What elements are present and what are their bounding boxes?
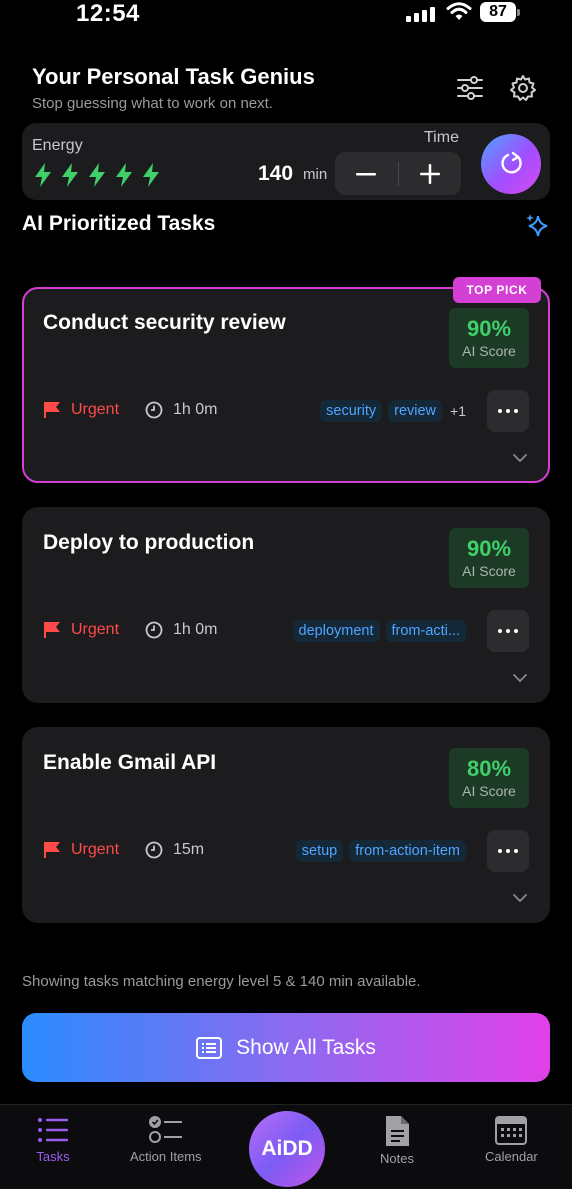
energy-bolt-icon[interactable] <box>59 162 81 188</box>
top-pick-badge: TOP PICK <box>453 277 541 303</box>
time-label: Time <box>424 129 459 146</box>
duration-label: 1h 0m <box>173 401 218 418</box>
energy-bolt-icon[interactable] <box>140 162 162 188</box>
checklist-icon <box>148 1116 182 1143</box>
priority-label: Urgent <box>71 841 120 858</box>
duration-label: 1h 0m <box>173 621 218 638</box>
chevron-down-icon[interactable] <box>512 453 528 463</box>
chevron-down-icon[interactable] <box>512 893 528 903</box>
flag-icon <box>44 622 60 638</box>
tag-chip[interactable]: security <box>320 400 383 422</box>
tag-chip[interactable]: from-acti... <box>385 620 466 642</box>
battery-cap <box>517 9 520 16</box>
duration: 1h 0m <box>145 401 217 419</box>
refresh-icon <box>501 151 522 174</box>
energy-bolt-icon[interactable] <box>32 162 54 188</box>
calendar-icon <box>495 1116 528 1145</box>
tag-list: deployment from-acti... <box>292 620 466 642</box>
duration: 1h 0m <box>145 621 217 639</box>
note-icon <box>385 1116 409 1146</box>
energy-bolt-icon[interactable] <box>113 162 135 188</box>
priority-label: Urgent <box>71 621 120 638</box>
minus-icon <box>356 172 377 175</box>
page-subtitle: Stop guessing what to work on next. <box>32 95 273 112</box>
battery-indicator: 87 <box>480 2 516 22</box>
clock-icon <box>145 841 163 859</box>
priority-indicator: Urgent <box>43 621 119 639</box>
gear-icon[interactable] <box>506 71 540 105</box>
time-unit: min <box>303 166 328 183</box>
tab-action-items-label: Action Items <box>130 1149 202 1164</box>
decrease-time-button[interactable] <box>335 152 398 195</box>
chevron-down-icon[interactable] <box>512 673 528 683</box>
ai-score-value: 90% <box>466 316 512 341</box>
tab-calendar[interactable]: Calendar <box>485 1115 538 1164</box>
tag-list: security review +1 <box>320 400 466 422</box>
filter-summary: Showing tasks matching energy level 5 & … <box>22 973 421 990</box>
tab-action-items[interactable]: Action Items <box>130 1115 202 1164</box>
more-options-button[interactable] <box>487 830 529 872</box>
duration-label: 15m <box>173 841 205 858</box>
clock-icon <box>145 401 163 419</box>
aidd-label: AiDD <box>261 1137 313 1160</box>
ai-score-label: AI Score <box>462 563 516 579</box>
ai-score-value: 90% <box>466 536 512 561</box>
priority-label: Urgent <box>71 401 120 418</box>
energy-level-indicator[interactable] <box>32 162 162 188</box>
ai-score-badge: 90% AI Score <box>449 528 529 588</box>
ellipsis-icon <box>498 849 518 853</box>
filter-sliders-icon[interactable] <box>453 71 487 105</box>
refresh-button[interactable] <box>481 134 541 194</box>
tab-tasks-label: Tasks <box>36 1149 70 1164</box>
clock-icon <box>145 621 163 639</box>
more-options-button[interactable] <box>487 390 529 432</box>
sparkle-icon[interactable] <box>524 212 552 240</box>
show-all-tasks-label: Show All Tasks <box>236 1035 376 1059</box>
flag-icon <box>44 402 60 418</box>
tag-chip[interactable]: review <box>388 400 443 422</box>
priority-indicator: Urgent <box>43 401 119 419</box>
tag-chip[interactable]: setup <box>295 840 344 862</box>
increase-time-button[interactable] <box>399 152 462 195</box>
plus-icon <box>419 163 440 184</box>
tab-tasks[interactable]: Tasks <box>36 1115 70 1164</box>
time-value: 140 <box>258 162 294 185</box>
more-options-button[interactable] <box>487 610 529 652</box>
tag-chip[interactable]: deployment <box>292 620 380 642</box>
wifi-icon <box>446 2 472 20</box>
list-icon <box>196 1036 223 1059</box>
more-tags-count: +1 <box>450 403 466 419</box>
time-stepper <box>335 152 461 195</box>
aidd-center-button[interactable]: AiDD <box>249 1111 325 1187</box>
ai-score-badge: 90% AI Score <box>449 308 529 368</box>
page-title: Your Personal Task Genius <box>32 64 315 89</box>
duration: 15m <box>145 841 204 859</box>
section-title: AI Prioritized Tasks <box>22 212 216 235</box>
tag-chip[interactable]: from-action-item <box>349 840 466 862</box>
ai-score-badge: 80% AI Score <box>449 748 529 808</box>
ai-score-value: 80% <box>466 756 512 781</box>
ai-score-label: AI Score <box>462 783 516 799</box>
energy-bolt-icon[interactable] <box>86 162 108 188</box>
show-all-tasks-button[interactable]: Show All Tasks <box>22 1013 550 1082</box>
ellipsis-icon <box>498 629 518 633</box>
status-time: 12:54 <box>76 0 140 27</box>
energy-label: Energy <box>32 137 83 154</box>
ai-score-label: AI Score <box>462 343 516 359</box>
task-title: Enable Gmail API <box>43 751 217 774</box>
tag-list: setup from-action-item <box>295 840 466 862</box>
tab-notes[interactable]: Notes <box>380 1115 414 1166</box>
signal-icon <box>406 6 435 22</box>
tasks-list-icon <box>38 1118 68 1142</box>
flag-icon <box>44 842 60 858</box>
ellipsis-icon <box>498 409 518 413</box>
task-title: Deploy to production <box>43 531 255 554</box>
priority-indicator: Urgent <box>43 841 119 859</box>
tab-notes-label: Notes <box>380 1151 414 1166</box>
tab-calendar-label: Calendar <box>485 1149 538 1164</box>
task-title: Conduct security review <box>43 311 286 334</box>
